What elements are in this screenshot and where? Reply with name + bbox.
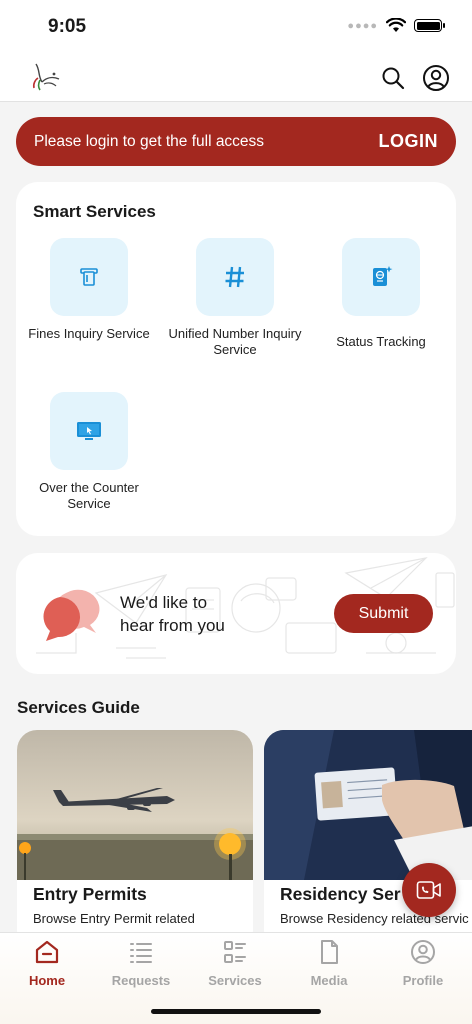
app-header — [0, 52, 472, 102]
smart-services-card: Smart Services Fines Inquiry Service Uni… — [16, 182, 456, 536]
nav-item-home[interactable]: Home — [0, 939, 94, 988]
profile-icon[interactable] — [422, 64, 450, 92]
guide-card-title: Entry Permits — [33, 884, 147, 904]
nav-item-media[interactable]: Media — [282, 939, 376, 988]
falcon-logo[interactable] — [26, 60, 64, 94]
video-call-icon — [416, 881, 441, 899]
battery-icon — [414, 19, 445, 32]
smart-services-title: Smart Services — [33, 202, 156, 221]
service-label: Fines Inquiry Service — [28, 326, 150, 341]
profile-icon — [411, 940, 435, 964]
login-button[interactable]: LOGIN — [379, 131, 439, 152]
search-icon[interactable] — [380, 65, 406, 91]
feedback-message: We'd like to hear from you — [120, 591, 225, 637]
service-fines-inquiry[interactable]: Fines Inquiry Service — [16, 238, 162, 342]
home-indicator — [151, 1009, 321, 1014]
login-banner[interactable]: Please login to get the full access LOGI… — [16, 117, 456, 166]
service-label: Status Tracking — [336, 334, 426, 349]
login-message: Please login to get the full access — [34, 132, 265, 150]
service-over-the-counter[interactable]: Over the Counter Service — [16, 392, 162, 512]
service-tile[interactable] — [50, 392, 128, 470]
document-icon — [321, 940, 338, 964]
hash-icon — [225, 266, 244, 288]
feedback-line-1: We'd like to — [120, 593, 208, 612]
services-grid-icon — [224, 941, 246, 963]
nav-label: Requests — [111, 973, 171, 988]
nav-item-services[interactable]: Services — [188, 939, 282, 988]
service-unified-number[interactable]: Unified Number Inquiry Service — [162, 238, 308, 358]
service-tile[interactable] — [196, 238, 274, 316]
guide-card-title: Residency Ser — [280, 884, 401, 904]
guide-card-description: Browse Entry Permit related — [33, 911, 195, 926]
list-icon — [130, 943, 152, 963]
video-call-button[interactable] — [402, 863, 456, 917]
nav-item-requests[interactable]: Requests — [94, 939, 188, 988]
home-icon — [35, 940, 59, 964]
nav-label: Home — [28, 973, 66, 988]
monitor-icon — [77, 422, 101, 440]
services-guide-title: Services Guide — [17, 698, 140, 717]
service-tile[interactable] — [342, 238, 420, 316]
status-time: 9:05 — [48, 16, 87, 37]
passport-icon — [373, 266, 393, 286]
guide-card-residency[interactable]: Residency Ser Browse Residency related s… — [264, 730, 472, 950]
service-label: Unified Number Inquiry Service — [168, 326, 302, 357]
feedback-card: We'd like to hear from you Submit — [16, 553, 456, 674]
nav-item-profile[interactable]: Profile — [376, 939, 470, 988]
guide-card-entry-permits[interactable]: Entry Permits Browse Entry Permit relate… — [17, 730, 253, 950]
service-label: Over the Counter Service — [39, 480, 139, 511]
airplane-landing-image — [17, 730, 253, 880]
emirates-id-card-image — [264, 730, 472, 880]
wifi-icon — [386, 18, 406, 32]
chat-bubbles-icon — [43, 589, 100, 641]
feedback-line-2: hear from you — [120, 616, 225, 635]
status-bar: 9:05 ●●●● — [0, 0, 472, 52]
service-status-tracking[interactable]: Status Tracking — [308, 238, 454, 350]
fines-card-icon — [80, 268, 98, 286]
status-icons: ●●●● — [347, 18, 445, 33]
submit-button[interactable]: Submit — [334, 594, 433, 633]
nav-label: Media — [310, 973, 348, 988]
service-tile[interactable] — [50, 238, 128, 316]
nav-label: Profile — [402, 973, 444, 988]
nav-label: Services — [208, 973, 262, 988]
signal-dots-icon: ●●●● — [347, 19, 378, 32]
